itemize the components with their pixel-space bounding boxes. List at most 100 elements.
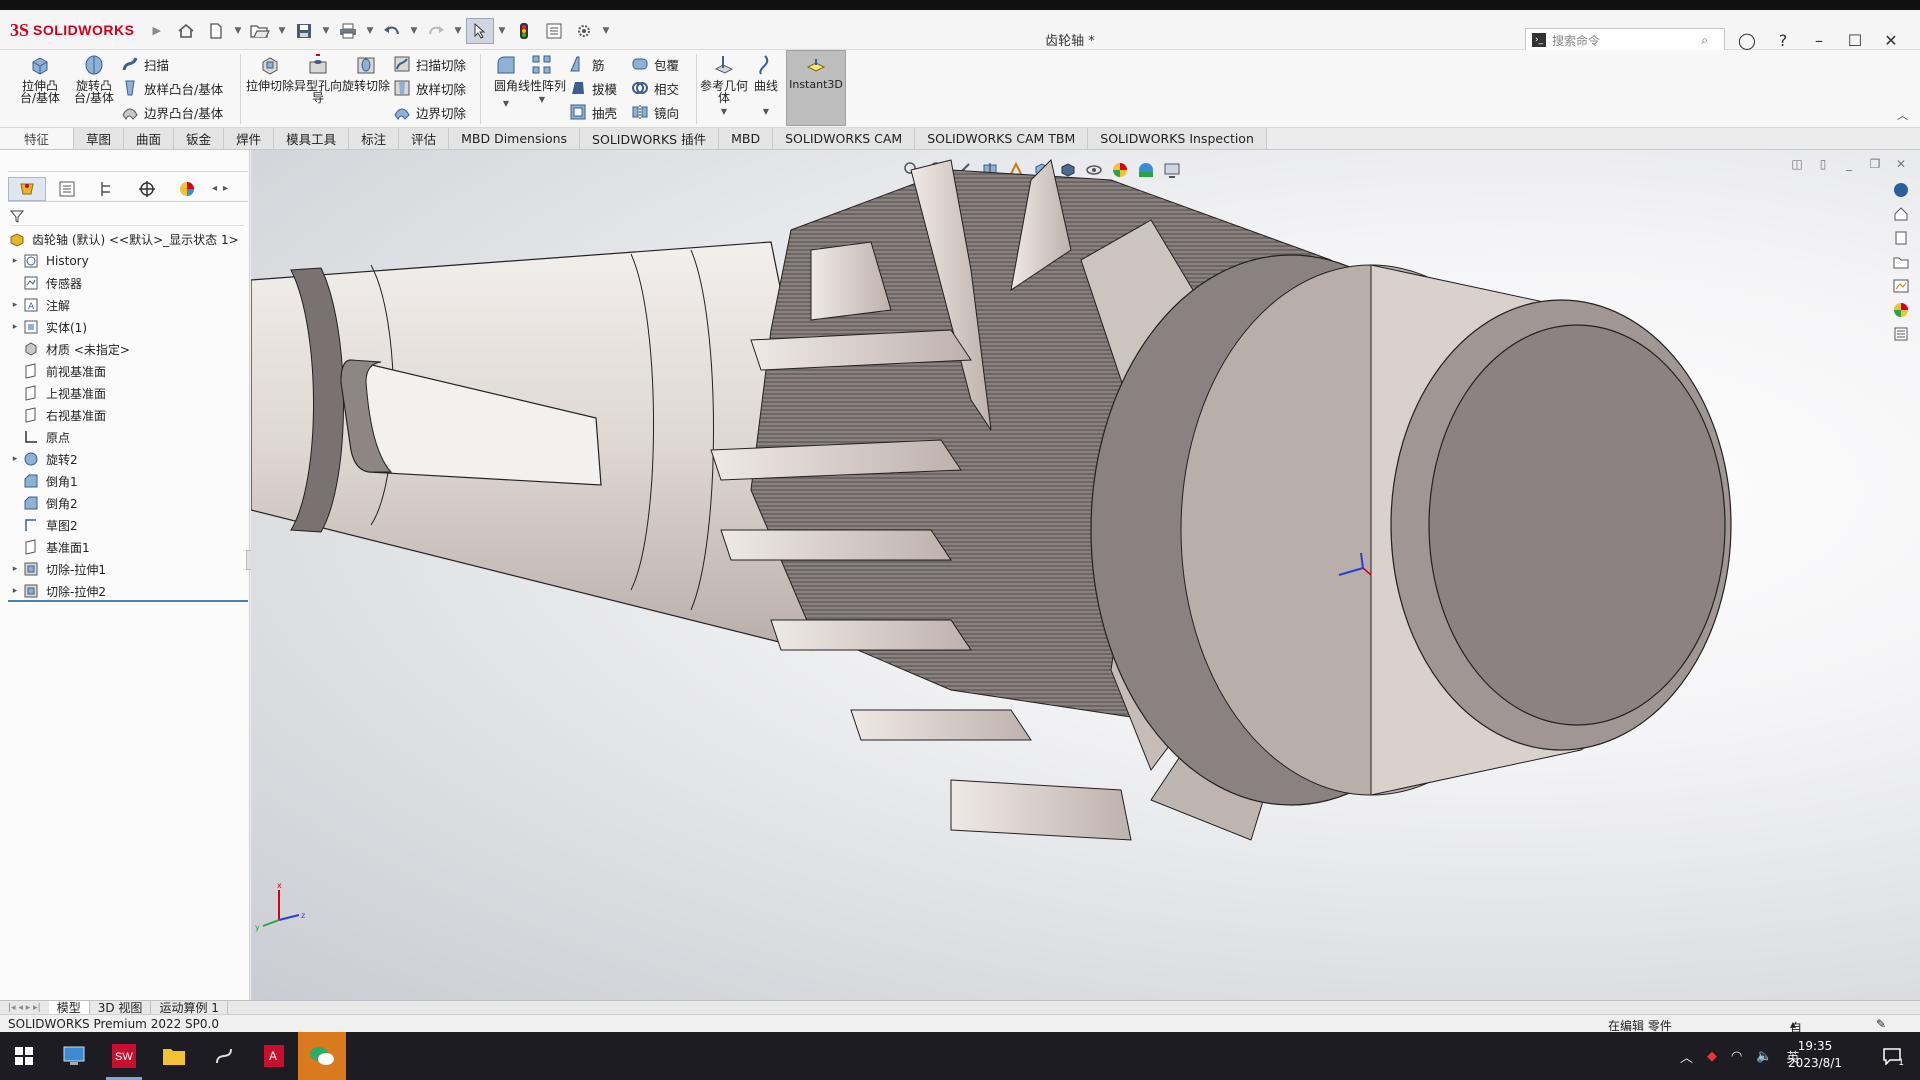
expand-arrow-icon[interactable]: ▸ — [8, 300, 22, 310]
tree-item[interactable]: 右视基准面 — [8, 404, 248, 426]
hole-wizard-button[interactable]: 异型孔向导 — [292, 52, 344, 124]
sweep-button[interactable]: 扫描 — [120, 52, 169, 76]
new-dropdown-chevron-icon[interactable]: ▼ — [232, 18, 244, 44]
rib-button[interactable]: 筋 — [568, 52, 605, 76]
tree-item[interactable]: 前视基准面 — [8, 360, 248, 382]
revolve-boss-button[interactable]: 旋转凸台/基体 — [68, 52, 120, 124]
tree-item[interactable]: ▸ 切除-拉伸1 — [8, 558, 248, 580]
tree-item[interactable]: 传感器 — [8, 272, 248, 294]
select-dropdown-chevron-icon[interactable]: ▼ — [496, 18, 508, 44]
tree-rollback-bar[interactable] — [8, 600, 248, 602]
configuration-manager-tab-icon[interactable] — [88, 177, 126, 201]
notification-center-icon[interactable]: 1 — [1868, 1032, 1916, 1080]
tab-mbd[interactable]: MBD — [719, 128, 774, 149]
wifi-icon[interactable]: ◠ — [1731, 1049, 1742, 1064]
panel-scroll-left-icon[interactable]: ◂ — [212, 183, 217, 194]
extrude-boss-button[interactable]: 拉伸凸台/基体 — [14, 52, 66, 124]
expand-arrow-icon[interactable]: ▸ — [8, 586, 22, 596]
search-commands-box[interactable]: ›_ 搜索命令 ⌕ — [1525, 28, 1725, 52]
search-icon[interactable]: ⌕ — [1701, 33, 1708, 48]
tree-item[interactable]: ▸ 切除-拉伸2 — [8, 580, 248, 602]
tab-mold-tools[interactable]: 模具工具 — [274, 128, 350, 149]
undo-icon[interactable] — [378, 18, 406, 44]
tab-motion-study-1[interactable]: 运动算例 1 — [151, 1000, 228, 1015]
gear-shaft-model[interactable] — [251, 150, 1920, 1000]
swept-cut-button[interactable]: 扫描切除 — [392, 52, 466, 76]
tab-solidworks-inspection[interactable]: SOLIDWORKS Inspection — [1088, 128, 1267, 149]
curves-button[interactable]: 曲线 ▼ — [740, 52, 792, 124]
solidworks-logo[interactable]: 3S SOLIDWORKS ▶ — [10, 18, 161, 42]
redo-dropdown-chevron-icon[interactable]: ▼ — [452, 18, 464, 44]
extrude-cut-button[interactable]: 拉伸切除 — [244, 52, 296, 124]
collapse-ribbon-chevron-icon[interactable]: ︿ — [1897, 107, 1908, 123]
tree-item[interactable]: 倒角1 — [8, 470, 248, 492]
traffic-light-rebuild-icon[interactable] — [510, 18, 538, 44]
tree-item[interactable]: ▸ A 注解 — [8, 294, 248, 316]
feature-manager-tab-icon[interactable] — [8, 176, 46, 201]
panel-splitter[interactable] — [8, 152, 248, 172]
tree-item[interactable]: ▸ 旋转2 — [8, 448, 248, 470]
home-icon[interactable] — [172, 18, 200, 44]
taskbar-clock[interactable]: 19:35 2023/8/1 — [1780, 1038, 1850, 1072]
tree-item[interactable]: 基准面1 — [8, 536, 248, 558]
fillet-dropdown-chevron-icon[interactable]: ▼ — [503, 98, 509, 110]
search-input[interactable]: 搜索命令 — [1552, 32, 1600, 49]
instant3d-button[interactable]: Instant3D — [786, 50, 846, 126]
tree-filter[interactable] — [10, 206, 244, 226]
tab-mbd-dimensions[interactable]: MBD Dimensions — [449, 128, 581, 149]
file-properties-icon[interactable] — [540, 18, 568, 44]
new-document-icon[interactable] — [202, 18, 230, 44]
tab-evaluate[interactable]: 评估 — [399, 128, 450, 149]
graphics-area[interactable]: ◫ ▯ _ ❐ ✕ x z y — [251, 150, 1920, 1000]
undo-dropdown-chevron-icon[interactable]: ▼ — [408, 18, 420, 44]
pattern-dropdown-chevron-icon[interactable]: ▼ — [539, 94, 545, 106]
tree-root-part[interactable]: 齿轮轴 (默认) <<默认>_显示状态 1> — [8, 228, 248, 250]
tab-surfaces[interactable]: 曲面 — [124, 128, 175, 149]
windows-start-icon[interactable] — [0, 1032, 48, 1080]
remote-desktop-icon[interactable] — [50, 1032, 98, 1080]
tree-item[interactable]: ▸ 实体(1) — [8, 316, 248, 338]
revolve-cut-button[interactable]: 旋转切除 — [340, 52, 392, 124]
tab-solidworks-cam-tbm[interactable]: SOLIDWORKS CAM TBM — [915, 128, 1089, 149]
wechat-taskbar-icon[interactable] — [298, 1032, 346, 1080]
tab-sketch[interactable]: 草图 — [74, 128, 125, 149]
select-cursor-icon[interactable] — [466, 18, 494, 44]
tray-overflow-chevron-icon[interactable]: ︿ — [1680, 1047, 1693, 1066]
display-manager-tab-icon[interactable] — [168, 177, 206, 201]
expand-arrow-icon[interactable]: ▸ — [8, 256, 22, 266]
autocad-taskbar-icon[interactable]: A — [250, 1032, 298, 1080]
dimxpert-manager-tab-icon[interactable] — [128, 177, 166, 201]
tree-item[interactable]: 倒角2 — [8, 492, 248, 514]
save-dropdown-chevron-icon[interactable]: ▼ — [320, 18, 332, 44]
curves-dropdown-chevron-icon[interactable]: ▼ — [763, 106, 769, 118]
tab-model[interactable]: 模型 — [48, 1000, 90, 1015]
panel-scroll-right-icon[interactable]: ▸ — [223, 183, 228, 194]
options-dropdown-chevron-icon[interactable]: ▼ — [600, 18, 612, 44]
boundary-cut-button[interactable]: 边界切除 — [392, 100, 466, 124]
tab-sheet-metal[interactable]: 钣金 — [174, 128, 225, 149]
mirror-button[interactable]: 镜向 — [630, 100, 679, 124]
tab-solidworks-addins[interactable]: SOLIDWORKS 插件 — [580, 128, 720, 149]
rebuild-status-icon[interactable]: ✎ — [1876, 1017, 1886, 1031]
open-folder-icon[interactable] — [246, 18, 274, 44]
ref-geometry-dropdown-chevron-icon[interactable]: ▼ — [721, 106, 727, 118]
file-explorer-taskbar-icon[interactable] — [150, 1032, 198, 1080]
volume-icon[interactable]: 🔈 — [1756, 1049, 1772, 1064]
logo-menu-chevron-icon[interactable]: ▶ — [152, 24, 160, 37]
tab-3d-views[interactable]: 3D 视图 — [90, 1000, 152, 1015]
linear-pattern-button[interactable]: 线性阵列 ▼ — [516, 52, 568, 124]
loft-boss-button[interactable]: 放样凸台/基体 — [120, 76, 223, 100]
unit-system-button[interactable]: 自定义 ▴ — [1790, 1017, 1802, 1069]
expand-arrow-icon[interactable]: ▸ — [8, 322, 22, 332]
intersect-button[interactable]: 相交 — [630, 76, 679, 100]
property-manager-tab-icon[interactable] — [48, 177, 86, 201]
tab-weldments[interactable]: 焊件 — [224, 128, 275, 149]
tree-item[interactable]: 草图2 — [8, 514, 248, 536]
tree-item[interactable]: 材质 <未指定> — [8, 338, 248, 360]
wrap-button[interactable]: 包覆 — [630, 52, 679, 76]
lofted-cut-button[interactable]: 放样切除 — [392, 76, 466, 100]
tray-app-icon[interactable]: ◆ — [1707, 1049, 1717, 1064]
solidworks-taskbar-icon[interactable]: SW — [100, 1032, 148, 1080]
options-gear-icon[interactable] — [570, 18, 598, 44]
boundary-boss-button[interactable]: 边界凸台/基体 — [120, 100, 223, 124]
